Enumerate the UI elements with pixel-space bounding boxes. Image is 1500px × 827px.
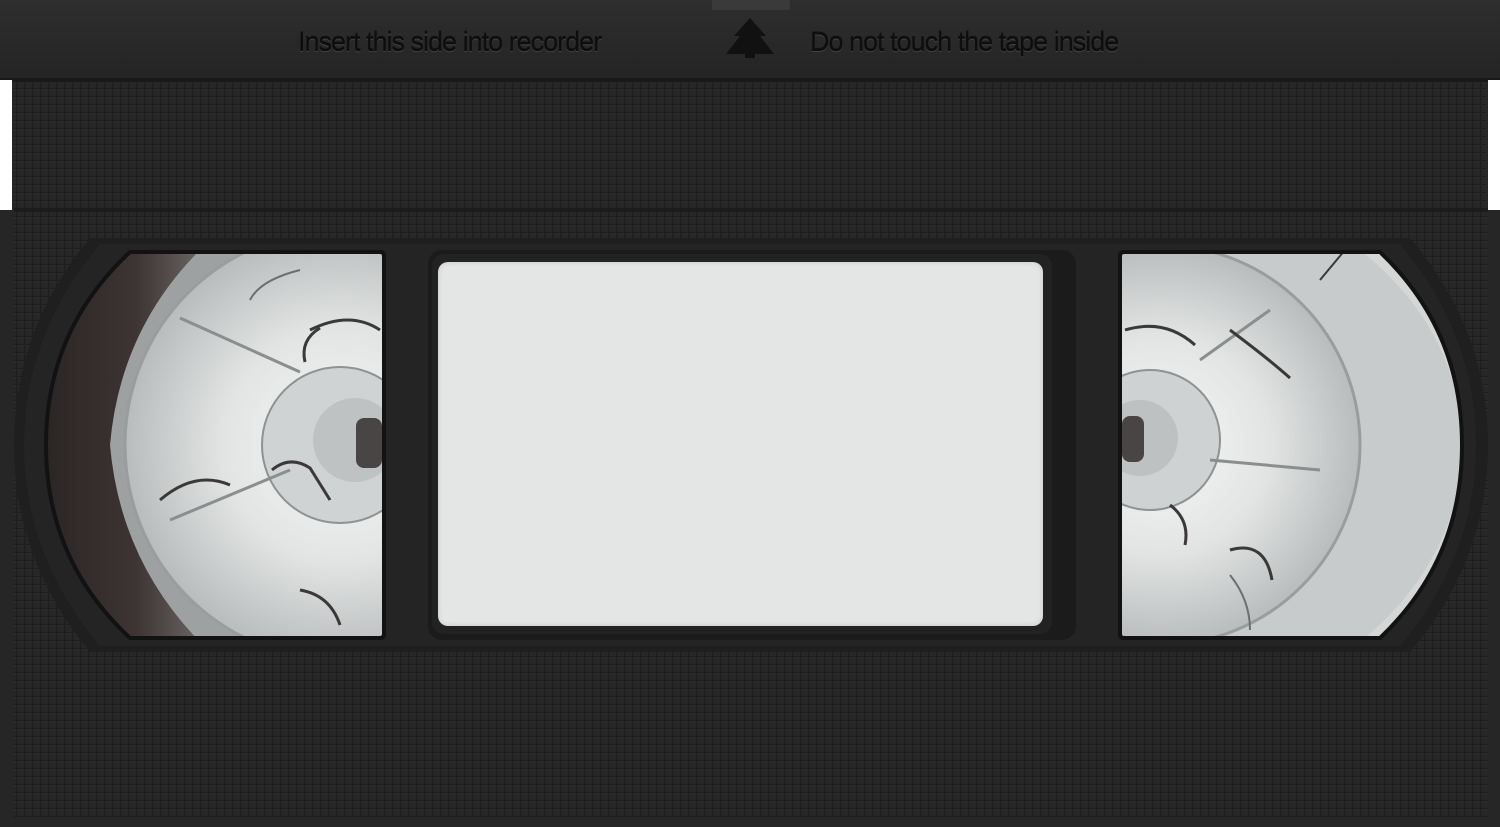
vhs-cassette: Insert this side into recorder Do not to…: [0, 0, 1500, 827]
tape-warning-text: Do not touch the tape inside: [810, 27, 1119, 57]
blank-cassette-label: [438, 262, 1043, 626]
insert-instruction-text: Insert this side into recorder: [298, 27, 602, 57]
